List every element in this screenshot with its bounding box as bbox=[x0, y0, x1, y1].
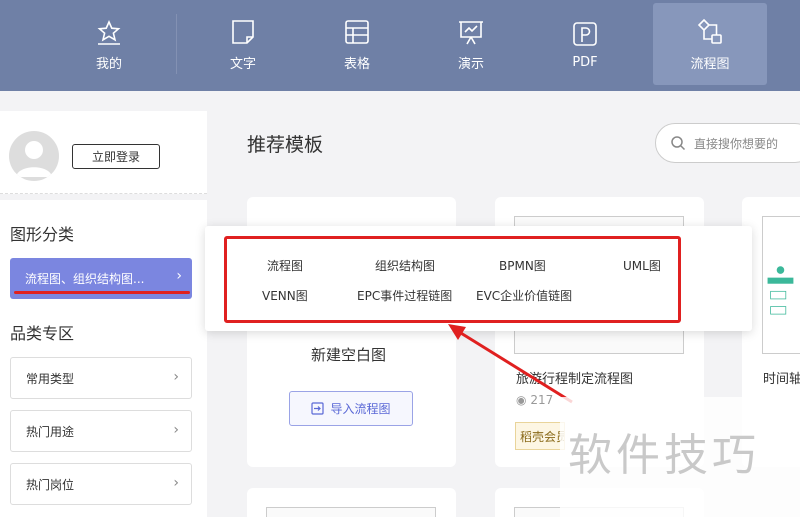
nav-item-presentation[interactable]: 演示 bbox=[414, 3, 528, 85]
sidebar-item-common-types[interactable]: 常用类型 › bbox=[10, 357, 192, 399]
red-underline-annotation bbox=[14, 291, 190, 294]
pdf-icon bbox=[573, 21, 597, 46]
nav-separator bbox=[176, 14, 177, 74]
option-bpmn[interactable]: BPMN图 bbox=[499, 257, 546, 274]
sidebar-item-label: 热门岗位 bbox=[26, 477, 75, 492]
search-icon bbox=[671, 136, 686, 151]
sidebar-item-label: 常用类型 bbox=[26, 371, 75, 386]
nav-label: 演示 bbox=[457, 56, 484, 72]
option-evc[interactable]: EVC企业价值链图 bbox=[476, 287, 572, 304]
top-navigation: 我的 文字 表格 演示 PDF 流程图 bbox=[0, 0, 800, 91]
nav-item-spreadsheet[interactable]: 表格 bbox=[300, 3, 414, 85]
login-button[interactable]: 立即登录 bbox=[72, 144, 160, 169]
user-card: 立即登录 bbox=[0, 111, 207, 194]
nav-item-pdf[interactable]: PDF bbox=[528, 3, 642, 85]
flowchart-icon bbox=[697, 18, 722, 44]
option-flowchart[interactable]: 流程图 bbox=[267, 257, 303, 274]
sidebar-item-hot-uses[interactable]: 热门用途 › bbox=[10, 410, 192, 452]
nav-label: 流程图 bbox=[690, 56, 730, 72]
category-label: 流程图、组织结构图... bbox=[25, 272, 145, 286]
chevron-right-icon: › bbox=[173, 369, 179, 385]
import-icon bbox=[311, 402, 325, 415]
import-flowchart-button[interactable]: 导入流程图 bbox=[289, 391, 413, 426]
nav-label: 文字 bbox=[229, 56, 256, 72]
watermark-text: 软件技巧 bbox=[568, 430, 760, 481]
option-epc[interactable]: EPC事件过程链图 bbox=[357, 287, 452, 304]
star-icon bbox=[97, 19, 121, 45]
chevron-right-icon: › bbox=[173, 475, 179, 491]
red-arrow-annotation bbox=[448, 324, 573, 404]
nav-label: 我的 bbox=[95, 56, 122, 72]
template-thumbnail bbox=[266, 507, 436, 517]
option-venn[interactable]: VENN图 bbox=[262, 287, 308, 304]
chevron-right-icon: › bbox=[176, 268, 182, 284]
search-placeholder: 直接搜你想要的 bbox=[694, 136, 779, 151]
template-name[interactable]: 时间轴 bbox=[763, 368, 800, 387]
nav-label: 表格 bbox=[343, 56, 370, 72]
timeline-thumbnail-graphic bbox=[767, 266, 794, 315]
presentation-icon bbox=[459, 20, 483, 44]
option-org-chart[interactable]: 组织结构图 bbox=[375, 257, 435, 274]
document-icon bbox=[232, 19, 254, 44]
member-tag: 稻壳会员 bbox=[515, 422, 565, 450]
avatar bbox=[9, 131, 59, 181]
nav-item-writer[interactable]: 文字 bbox=[186, 3, 300, 85]
import-label: 导入流程图 bbox=[330, 402, 391, 416]
blank-template-title: 新建空白图 bbox=[311, 346, 387, 364]
option-uml[interactable]: UML图 bbox=[623, 257, 661, 274]
nav-item-flowchart[interactable]: 流程图 bbox=[653, 3, 767, 85]
template-thumbnail bbox=[762, 216, 800, 354]
table-icon bbox=[345, 19, 369, 44]
nav-label: PDF bbox=[572, 54, 598, 70]
sidebar-item-label: 热门用途 bbox=[26, 424, 75, 439]
red-highlight-box bbox=[224, 236, 681, 323]
graphic-category-title: 图形分类 bbox=[10, 225, 75, 244]
watermark: 软件技巧 bbox=[560, 397, 800, 517]
sidebar: 图形分类 流程图、组织结构图... › 品类专区 常用类型 › 热门用途 › 热… bbox=[0, 200, 207, 517]
search-input[interactable]: 直接搜你想要的 bbox=[655, 123, 800, 163]
category-zone-title: 品类专区 bbox=[10, 324, 75, 343]
nav-item-mine[interactable]: 我的 bbox=[52, 3, 166, 85]
sidebar-item-hot-positions[interactable]: 热门岗位 › bbox=[10, 463, 192, 505]
chevron-right-icon: › bbox=[173, 422, 179, 438]
user-icon bbox=[16, 141, 52, 177]
page-title: 推荐模板 bbox=[247, 134, 324, 156]
